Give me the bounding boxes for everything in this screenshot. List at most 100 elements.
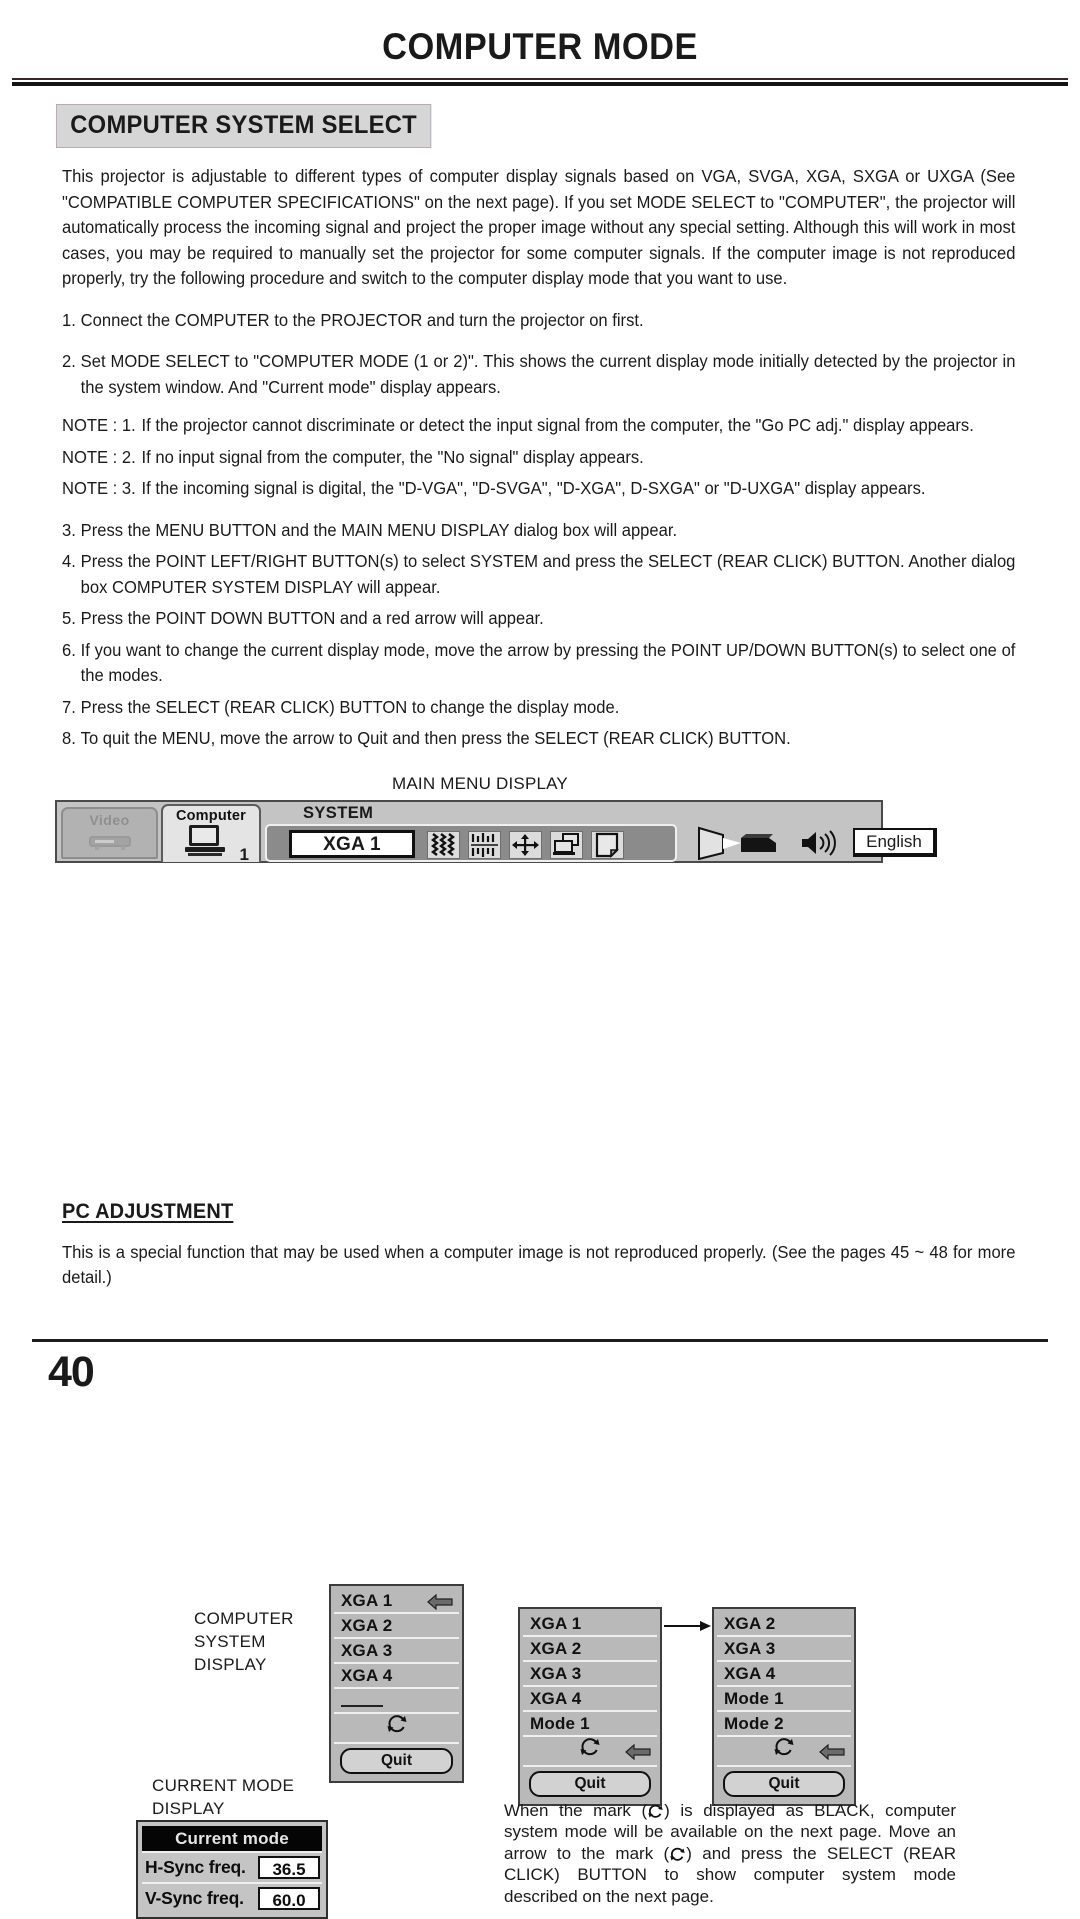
- step-number: 5.: [62, 608, 76, 628]
- dialog-row-label: XGA 4: [724, 1663, 776, 1683]
- dialog-row-label: XGA 2: [341, 1615, 393, 1635]
- menu-icon-strip: XGA 1: [265, 823, 677, 862]
- dialog-row[interactable]: XGA 4: [717, 1662, 851, 1687]
- page-setting-icon[interactable]: [591, 830, 624, 859]
- page-title: COMPUTER MODE: [382, 26, 698, 67]
- dialog-quit-wrap: Quit: [334, 1744, 459, 1778]
- quit-button[interactable]: Quit: [723, 1770, 845, 1797]
- dialog-row[interactable]: Mode 1: [717, 1687, 851, 1712]
- label-line: DISPLAY: [194, 1654, 267, 1674]
- refresh-mark-icon: [579, 1737, 601, 1761]
- computer-system-dialog-b: XGA 1 XGA 2 XGA 3 XGA 4 Mode 1 Quit: [518, 1606, 662, 1806]
- dialog-row[interactable]: XGA 4: [334, 1664, 459, 1689]
- step-item-1: 1. Connect the COMPUTER to the PROJECTOR…: [62, 308, 1015, 334]
- step-item-4: 4. Press the POINT LEFT/RIGHT BUTTON(s) …: [62, 549, 1015, 600]
- step-text: Connect the COMPUTER to the PROJECTOR an…: [80, 309, 644, 330]
- dialog-row-label: Mode 1: [724, 1688, 784, 1708]
- step-number: 6.: [62, 639, 76, 660]
- dialog-row[interactable]: XGA 4: [523, 1687, 657, 1712]
- dialog-row-label: XGA 3: [341, 1640, 393, 1660]
- dialog-row[interactable]: XGA 3: [717, 1637, 851, 1662]
- screen-window-icon[interactable]: [550, 830, 583, 859]
- current-mode-box: Current mode H-Sync freq. 36.5 V-Sync fr…: [136, 1819, 328, 1919]
- step-item-5: 5. Press the POINT DOWN BUTTON and a red…: [62, 606, 1015, 632]
- red-arrow-icon: [625, 1741, 651, 1760]
- step-number: 1.: [62, 309, 76, 330]
- step-item-6: 6. If you want to change the current dis…: [62, 638, 1015, 689]
- dialog-row[interactable]: XGA 1: [523, 1612, 657, 1637]
- rule-thick-line: [12, 82, 1068, 86]
- dialog-row-label: Mode 2: [724, 1713, 784, 1733]
- step-number: 4.: [62, 551, 76, 571]
- dialog-row-label: XGA 3: [530, 1663, 582, 1683]
- quit-button[interactable]: Quit: [340, 1747, 453, 1774]
- computer-system-display-label: COMPUTER SYSTEM DISPLAY: [194, 1607, 294, 1676]
- pc-adjustment-paragraph: This is a special function that may be u…: [62, 1241, 1016, 1288]
- tab-computer-number: 1: [239, 844, 249, 864]
- label-line: CURRENT MODE: [152, 1775, 295, 1795]
- quit-button[interactable]: Quit: [529, 1770, 651, 1797]
- step-text: If you want to change the current displa…: [80, 639, 1016, 686]
- dialog-row-label: Mode 1: [530, 1713, 590, 1733]
- note-text: If no input signal from the computer, th…: [141, 446, 644, 467]
- step-number: 7.: [62, 696, 76, 717]
- step-number: 2.: [62, 351, 76, 371]
- step-number: 3.: [62, 519, 76, 540]
- wave-contrast-icon[interactable]: [427, 830, 460, 859]
- dialog-row[interactable]: XGA 2: [717, 1612, 851, 1637]
- move-position-icon[interactable]: [509, 830, 542, 859]
- dialog-row[interactable]: XGA 1: [334, 1589, 459, 1614]
- dialog-row[interactable]: XGA 3: [334, 1639, 459, 1664]
- body-content: This projector is adjustable to differen…: [62, 164, 1050, 752]
- page-number: 40: [48, 1348, 95, 1396]
- dialog-row-label: XGA 4: [530, 1688, 582, 1708]
- tab-video[interactable]: Video: [61, 806, 158, 859]
- projector-lamp-icon[interactable]: [697, 826, 779, 860]
- hsync-value: 36.5: [258, 1855, 320, 1879]
- refresh-mark-icon: [386, 1714, 408, 1738]
- selected-mode-box[interactable]: XGA 1: [289, 829, 415, 858]
- mark-note-paragraph: When the mark () is displayed as BLACK, …: [504, 1800, 956, 1908]
- hsync-label: H-Sync freq.: [145, 1856, 246, 1877]
- language-button[interactable]: English: [853, 827, 937, 857]
- dialog-quit-wrap: Quit: [717, 1767, 851, 1801]
- laptop-icon: [185, 824, 225, 857]
- dialog-row[interactable]: XGA 2: [523, 1637, 657, 1662]
- dialog-row-label: XGA 1: [341, 1590, 393, 1610]
- note-text: If the incoming signal is digital, the "…: [141, 478, 926, 498]
- computer-system-dialog-a: XGA 1 XGA 2 XGA 3 XGA 4 Quit: [329, 1583, 464, 1783]
- step-number: 8.: [62, 728, 76, 748]
- pc-adjustment-body: This is a special function that may be u…: [62, 1240, 1050, 1291]
- volume-speaker-icon[interactable]: [799, 828, 841, 858]
- tab-video-label: Video: [89, 811, 130, 828]
- dialog-row[interactable]: Mode 1: [523, 1712, 657, 1737]
- current-mode-title: Current mode: [142, 1825, 322, 1851]
- vsync-label: V-Sync freq.: [145, 1887, 244, 1908]
- tab-computer[interactable]: Computer 1: [161, 803, 261, 864]
- refresh-mark-icon: [669, 1846, 686, 1861]
- system-menu-label: SYSTEM: [303, 803, 374, 822]
- dialog-row-label: XGA 3: [724, 1638, 776, 1658]
- note-lead: NOTE : 2.: [62, 446, 136, 467]
- step-text: To quit the MENU, move the arrow to Quit…: [80, 728, 791, 748]
- label-line: DISPLAY: [152, 1798, 225, 1818]
- dialog-row-mark[interactable]: [717, 1737, 851, 1767]
- dialog-row-mark[interactable]: [334, 1714, 459, 1744]
- note-lead: NOTE : 3.: [62, 478, 136, 498]
- dialog-row[interactable]: Mode 2: [717, 1712, 851, 1737]
- tab-computer-label: Computer: [175, 807, 247, 824]
- dialog-quit-wrap: Quit: [523, 1767, 657, 1801]
- dialog-row-label: XGA 1: [530, 1613, 582, 1633]
- dialog-row[interactable]: XGA 2: [334, 1614, 459, 1639]
- bars-image-icon[interactable]: [468, 830, 501, 859]
- flow-arrow-icon: [664, 1619, 712, 1633]
- step-item-8: 8. To quit the MENU, move the arrow to Q…: [62, 726, 1015, 752]
- label-line: SYSTEM: [194, 1631, 266, 1651]
- current-mode-row-vsync: V-Sync freq. 60.0: [142, 1881, 322, 1913]
- dialog-row[interactable]: XGA 3: [523, 1662, 657, 1687]
- current-mode-display-label: CURRENT MODE DISPLAY: [152, 1774, 294, 1820]
- dialog-row-mark[interactable]: [523, 1737, 657, 1767]
- main-menu-display-mock: Video Computer 1 SYSTEM XGA 1 English: [55, 799, 937, 864]
- red-arrow-icon: [427, 1593, 453, 1610]
- step-text: Press the POINT LEFT/RIGHT BUTTON(s) to …: [80, 551, 1016, 597]
